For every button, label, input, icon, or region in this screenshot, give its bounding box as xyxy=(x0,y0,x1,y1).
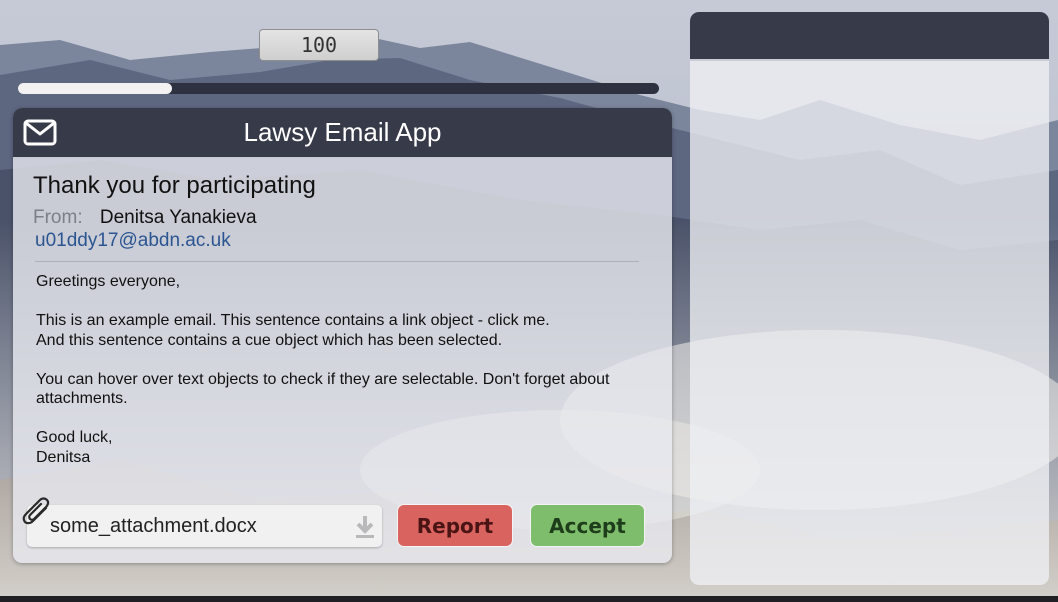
email-body-paragraph[interactable]: Greetings everyone, xyxy=(36,272,636,292)
sender-email[interactable]: u01ddy17@abdn.ac.uk xyxy=(35,230,231,252)
email-window-header: Lawsy Email App xyxy=(13,108,672,159)
score-counter: 100 xyxy=(259,29,379,61)
attachment-name[interactable]: some_attachment.docx xyxy=(50,515,257,538)
email-subject: Thank you for participating xyxy=(33,172,316,199)
from-label: From: xyxy=(33,207,83,228)
side-panel xyxy=(690,12,1049,585)
email-window: Lawsy Email App Thank you for participat… xyxy=(13,108,672,563)
email-body: Greetings everyone, This is an example e… xyxy=(36,272,636,487)
email-body-paragraph[interactable]: You can hover over text objects to check… xyxy=(36,370,636,409)
attachment-field[interactable]: some_attachment.docx xyxy=(27,505,382,547)
side-panel-header xyxy=(690,12,1049,61)
email-body-paragraph[interactable]: Good luck, Denitsa xyxy=(36,428,636,467)
mail-icon xyxy=(23,119,57,151)
email-body-paragraph[interactable]: This is an example email. This sentence … xyxy=(36,311,636,350)
bottom-strip xyxy=(0,596,1058,602)
app-title: Lawsy Email App xyxy=(243,117,442,147)
accept-button[interactable]: Accept xyxy=(530,504,645,547)
progress-bar xyxy=(18,83,659,94)
game-screen: 100 Lawsy Email App Thank you for partic… xyxy=(0,0,1058,602)
divider xyxy=(35,261,639,262)
from-row: From: Denitsa Yanakieva xyxy=(33,207,257,229)
paperclip-icon xyxy=(20,496,52,533)
sender-name[interactable]: Denitsa Yanakieva xyxy=(100,207,257,228)
download-icon[interactable] xyxy=(355,514,375,545)
report-button[interactable]: Report xyxy=(397,504,513,547)
progress-bar-fill xyxy=(18,83,172,94)
